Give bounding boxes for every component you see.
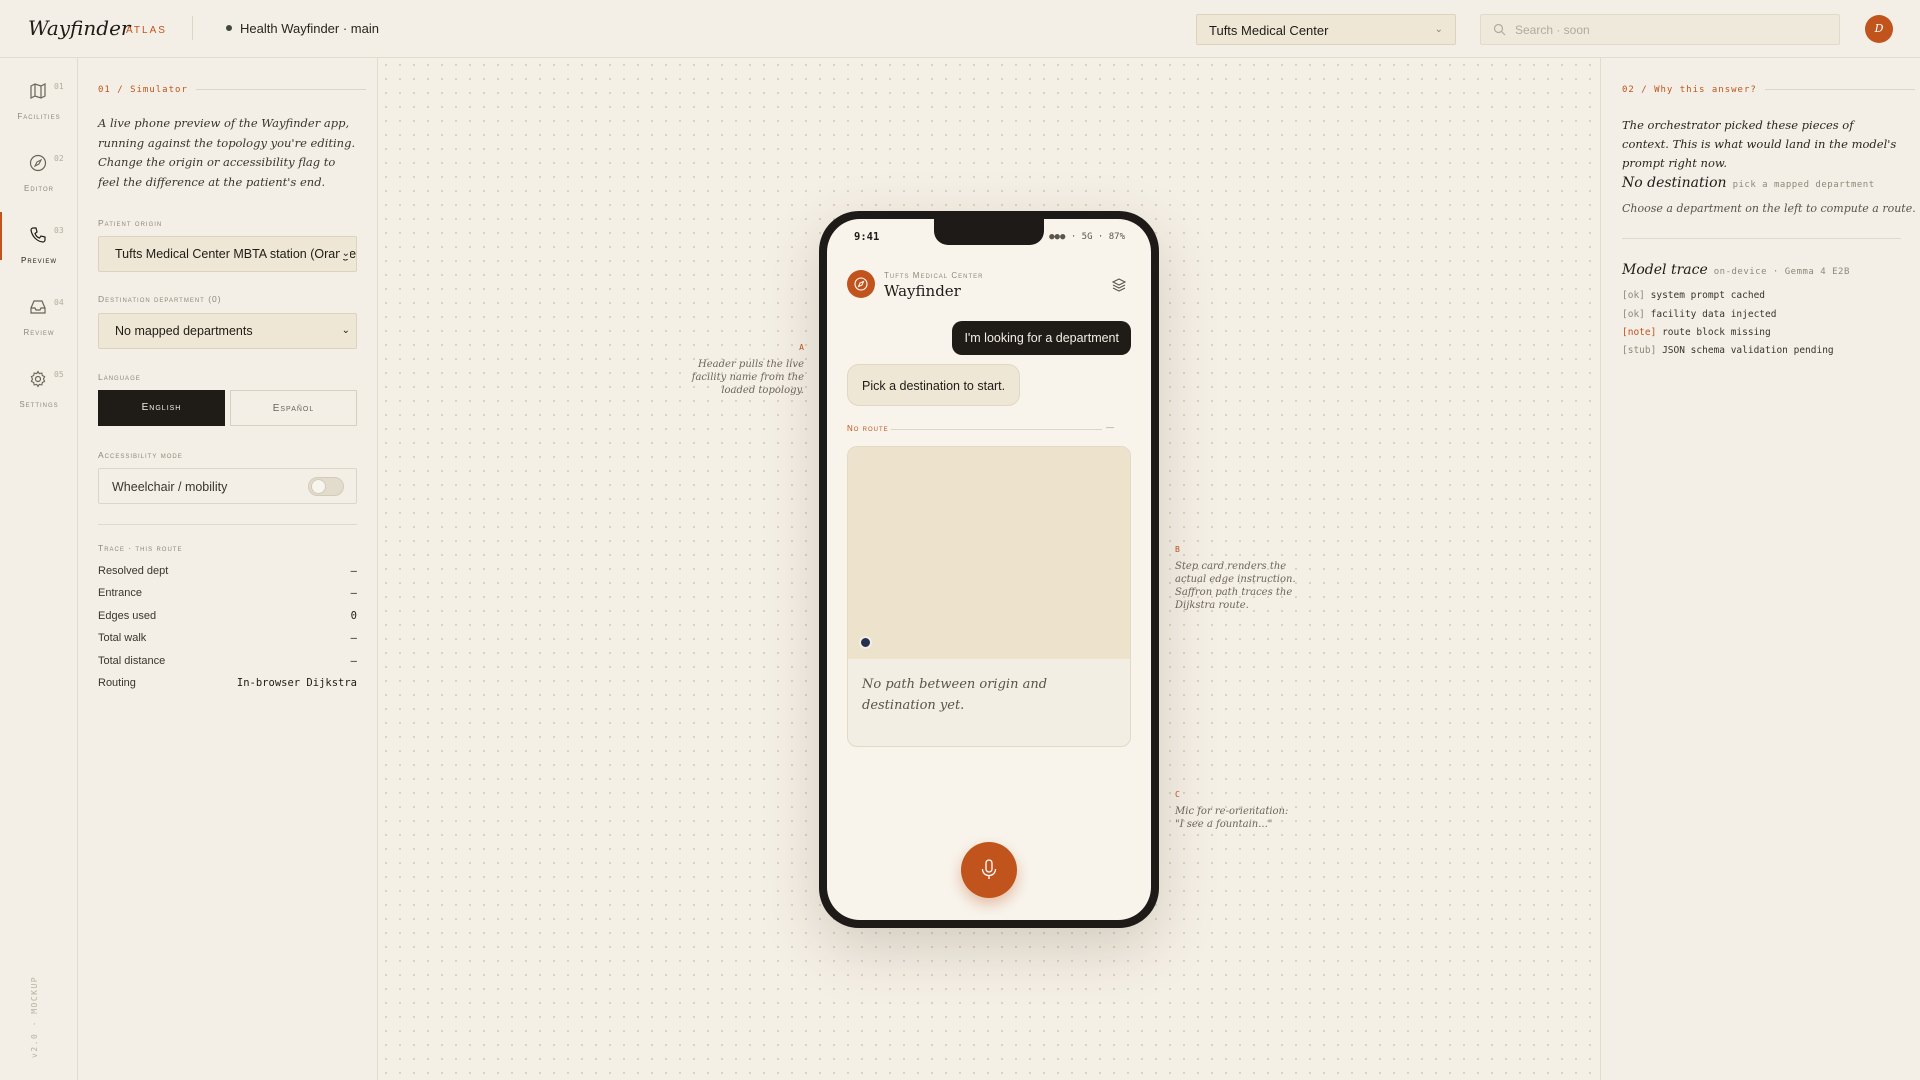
why-lead: The orchestrator picked these pieces of … [1622, 118, 1897, 170]
rail-item-review[interactable]: 04 Review [0, 284, 78, 344]
divider [192, 16, 193, 40]
nav-rail: 01 Facilities 02 Editor 03 Preview 04 Re… [0, 58, 78, 1080]
app-logo [847, 270, 875, 298]
rail-num: 01 [54, 82, 64, 91]
gear-icon [30, 370, 46, 388]
destination-label: Destination department (0) [98, 294, 222, 304]
annotation-c: C Mic for re-orientation: "I see a founta… [1175, 790, 1289, 830]
app-title: Wayfinder [884, 282, 961, 300]
step-instruction: No path between origin and destination y… [862, 677, 1048, 713]
divider [1622, 238, 1901, 239]
language-spanish-button[interactable]: Español [230, 390, 357, 426]
chevron-down-icon: ⌄ [339, 325, 350, 336]
phone-frame: 9:41 ●●● · 5G · 87% Tufts Medical Center… [819, 211, 1159, 928]
rail-label: Editor [24, 184, 54, 193]
divider [891, 429, 1102, 430]
inbox-icon [30, 300, 46, 314]
facility-select[interactable]: Tufts Medical Center ⌄ [1196, 14, 1456, 45]
annotation-a: A Header pulls the live facility name fro… [691, 343, 804, 396]
simulator-panel: 01 / Simulator A live phone preview of t… [78, 58, 378, 1080]
rail-item-facilities[interactable]: 01 Facilities [0, 68, 78, 128]
status-dot [226, 25, 232, 31]
trace-log-line: [ok] system prompt cached [1622, 290, 1766, 301]
status-time: 9:41 [854, 231, 880, 243]
accessibility-switch[interactable] [308, 477, 344, 496]
assistant-message: Pick a destination to start. [847, 364, 1021, 406]
rail-item-editor[interactable]: 02 Editor [0, 140, 78, 200]
model-trace-heading: Model trace on-device · Gemma 4 E2B [1622, 262, 1850, 278]
brand-subtitle: ATLAS [126, 25, 167, 36]
repo-label: Health Wayfinder · main [240, 21, 379, 36]
brand-logo[interactable]: Wayfinder [28, 16, 130, 40]
chevron-down-icon: ⌄ [339, 248, 350, 259]
status-indicators: ●●● · 5G · 87% [1049, 232, 1125, 242]
microphone-icon [981, 859, 997, 879]
simulator-lead: A live phone preview of the Wayfinder ap… [98, 116, 356, 189]
rail-num: 04 [54, 298, 64, 307]
destination-heading: No destination pick a mapped department [1622, 175, 1875, 191]
phone-icon [30, 227, 46, 243]
rail-item-settings[interactable]: 05 Settings [0, 356, 78, 416]
trace-row: Edges used 0 [98, 610, 357, 622]
trace-label: Trace · this route [98, 543, 183, 553]
origin-select[interactable]: Tufts Medical Center MBTA station (Orang… [98, 236, 357, 272]
map-icon [30, 83, 46, 99]
phone-notch [934, 219, 1044, 245]
repo-indicator[interactable]: Health Wayfinder · main [226, 21, 379, 36]
accessibility-label: Accessibility mode [98, 450, 183, 460]
trace-row: Resolved dept — [98, 565, 357, 577]
annotation-b: B Step card renders the actual edge instr… [1175, 545, 1296, 611]
app-facility-name: Tufts Medical Center [884, 271, 984, 280]
version-label: v2.0 · MOCKUP [30, 975, 39, 1058]
origin-label: Patient origin [98, 218, 163, 228]
route-label: No route [847, 424, 889, 433]
top-bar: Wayfinder ATLAS Health Wayfinder · main … [0, 0, 1920, 58]
route-map[interactable] [848, 447, 1130, 659]
language-english-button[interactable]: English [98, 390, 225, 426]
section-heading: 01 / Simulator [98, 85, 366, 95]
search-placeholder: Search · soon [1515, 23, 1590, 37]
rail-item-preview[interactable]: 03 Preview [0, 212, 78, 272]
compass-icon [29, 154, 47, 172]
phone-screen: 9:41 ●●● · 5G · 87% Tufts Medical Center… [827, 219, 1151, 920]
rail-label: Review [23, 328, 55, 337]
trace-log-line: [stub] JSON schema validation pending [1622, 345, 1834, 356]
rail-num: 03 [54, 226, 64, 235]
avatar[interactable]: D [1865, 15, 1893, 43]
trace-log-line: [note] route block missing [1622, 327, 1771, 338]
divider [98, 524, 357, 525]
origin-select-value: Tufts Medical Center MBTA station (Orang… [115, 247, 357, 261]
trace-row: Total distance – [98, 655, 357, 667]
rail-num: 02 [54, 154, 64, 163]
step-card: No path between origin and destination y… [847, 446, 1131, 747]
trace-row: Routing In-browser Dijkstra [98, 677, 357, 689]
why-panel: 02 / Why this answer? The orchestrator p… [1600, 58, 1920, 1080]
destination-note: Choose a department on the left to compu… [1622, 202, 1916, 215]
accessibility-value: Wheelchair / mobility [112, 480, 228, 494]
accessibility-row[interactable]: Wheelchair / mobility [98, 468, 357, 504]
switch-knob [311, 479, 326, 494]
search-input[interactable]: Search · soon [1480, 14, 1840, 45]
section-heading: 02 / Why this answer? [1622, 85, 1915, 95]
trace-log-line: [ok] facility data injected [1622, 309, 1777, 320]
language-label: Language [98, 372, 141, 382]
rail-label: Preview [20, 256, 57, 265]
rail-label: Settings [19, 400, 59, 409]
route-dash: — [1106, 423, 1114, 432]
destination-select-value: No mapped departments [115, 324, 253, 338]
trace-row: Entrance – [98, 587, 357, 599]
mic-button[interactable] [961, 842, 1017, 898]
compass-icon [854, 277, 868, 291]
layers-icon[interactable] [1111, 277, 1127, 293]
chevron-down-icon: ⌄ [1434, 24, 1443, 35]
search-icon [1493, 23, 1506, 36]
rail-label: Facilities [17, 112, 61, 121]
destination-select[interactable]: No mapped departments ⌄ [98, 313, 357, 349]
trace-row: Total walk — [98, 632, 357, 644]
facility-select-value: Tufts Medical Center [1209, 23, 1329, 38]
location-pin-icon [859, 636, 872, 649]
language-toggle: English Español [98, 390, 357, 426]
rail-num: 05 [54, 370, 64, 379]
user-message: I'm looking for a department [952, 321, 1131, 355]
